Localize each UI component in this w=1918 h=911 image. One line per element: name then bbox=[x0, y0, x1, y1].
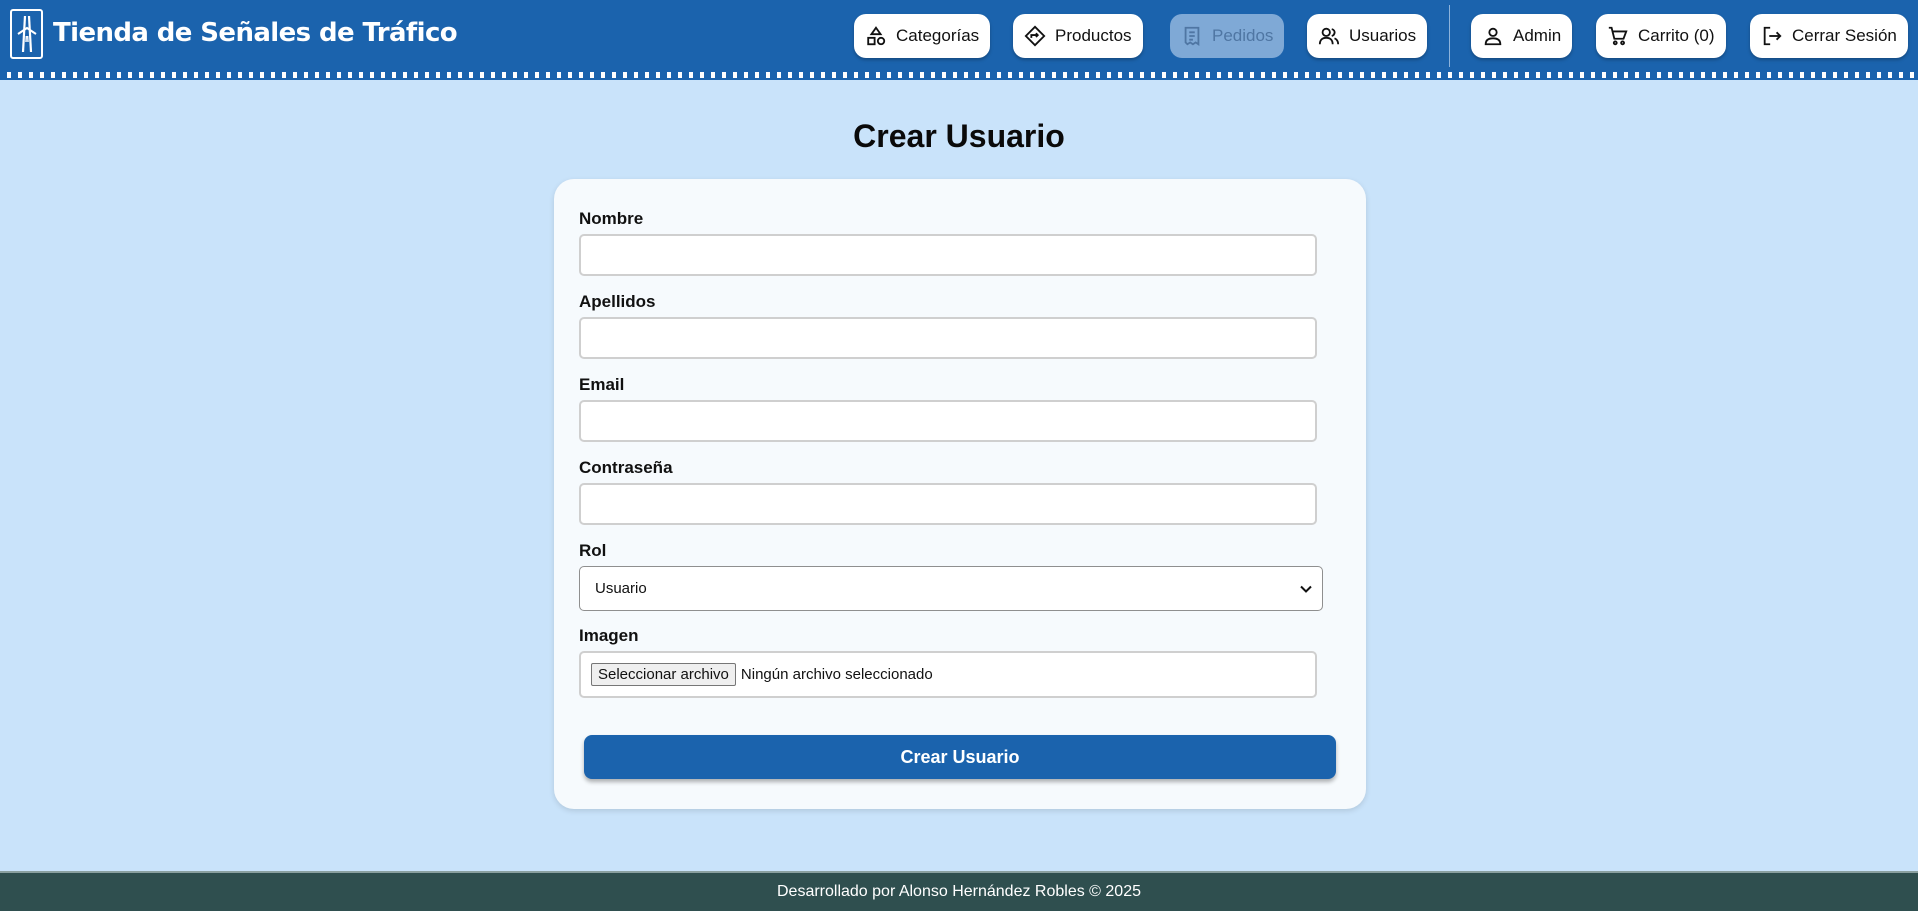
brand-title[interactable]: Tienda de Señales de Tráfico bbox=[53, 18, 458, 48]
password-label: Contraseña bbox=[579, 458, 673, 477]
cart-icon bbox=[1608, 26, 1628, 46]
email-input[interactable] bbox=[579, 400, 1317, 442]
nav-admin-label: Admin bbox=[1513, 26, 1562, 45]
nav-productos-button[interactable]: Productos bbox=[1013, 14, 1143, 58]
nav-carrito-button[interactable]: Carrito (0) bbox=[1596, 14, 1726, 58]
top-navbar: Tienda de Señales de Tráfico Categorías … bbox=[0, 0, 1918, 72]
receipt-icon bbox=[1184, 26, 1200, 46]
nav-usuarios-label: Usuarios bbox=[1349, 26, 1417, 45]
logout-label: Cerrar Sesión bbox=[1792, 26, 1897, 45]
header-border-line bbox=[0, 78, 1918, 80]
nav-usuarios-button[interactable]: Usuarios bbox=[1307, 14, 1428, 58]
nombre-label: Nombre bbox=[579, 209, 644, 228]
footer-text: Desarrollado por Alonso Hernández Robles… bbox=[776, 883, 1141, 900]
nav-divider bbox=[1449, 5, 1450, 67]
nav-productos-label: Productos bbox=[1055, 26, 1132, 45]
logout-icon bbox=[1763, 26, 1782, 46]
create-user-form: Nombre Apellidos Email Contraseña Rol Us… bbox=[554, 179, 1366, 809]
directions-sign-icon bbox=[1024, 25, 1046, 47]
rol-label: Rol bbox=[579, 541, 607, 560]
nav-pedidos-label: Pedidos bbox=[1212, 26, 1274, 45]
apellidos-label: Apellidos bbox=[579, 292, 656, 311]
rol-select[interactable]: Usuario bbox=[579, 566, 1323, 611]
nav-admin-button[interactable]: Admin bbox=[1471, 14, 1573, 58]
select-file-button[interactable]: Seleccionar archivo bbox=[591, 663, 736, 686]
rol-selected-value: Usuario bbox=[595, 580, 647, 597]
apellidos-input[interactable] bbox=[579, 317, 1317, 359]
imagen-file-input: Seleccionar archivo Ningún archivo selec… bbox=[579, 651, 1317, 698]
password-input[interactable] bbox=[579, 483, 1317, 525]
page-title: Crear Usuario bbox=[853, 118, 1065, 154]
nav-categorias-button[interactable]: Categorías bbox=[854, 14, 991, 58]
nav-pedidos-button[interactable]: Pedidos bbox=[1170, 14, 1285, 58]
footer: Desarrollado por Alonso Hernández Robles… bbox=[0, 871, 1918, 911]
email-label: Email bbox=[579, 375, 625, 394]
nombre-input[interactable] bbox=[579, 234, 1317, 276]
file-status-text: Ningún archivo seleccionado bbox=[740, 666, 933, 683]
user-icon bbox=[1484, 27, 1502, 46]
nav-carrito-label: Carrito (0) bbox=[1638, 26, 1715, 45]
imagen-label: Imagen bbox=[579, 626, 639, 645]
chevron-down-icon bbox=[1300, 585, 1312, 593]
highway-sign-icon[interactable] bbox=[10, 9, 43, 59]
users-icon bbox=[1318, 27, 1340, 45]
nav-categorias-label: Categorías bbox=[896, 26, 980, 45]
create-user-button[interactable]: Crear Usuario bbox=[584, 735, 1336, 779]
logout-button[interactable]: Cerrar Sesión bbox=[1750, 14, 1908, 58]
category-shapes-icon bbox=[867, 26, 886, 46]
